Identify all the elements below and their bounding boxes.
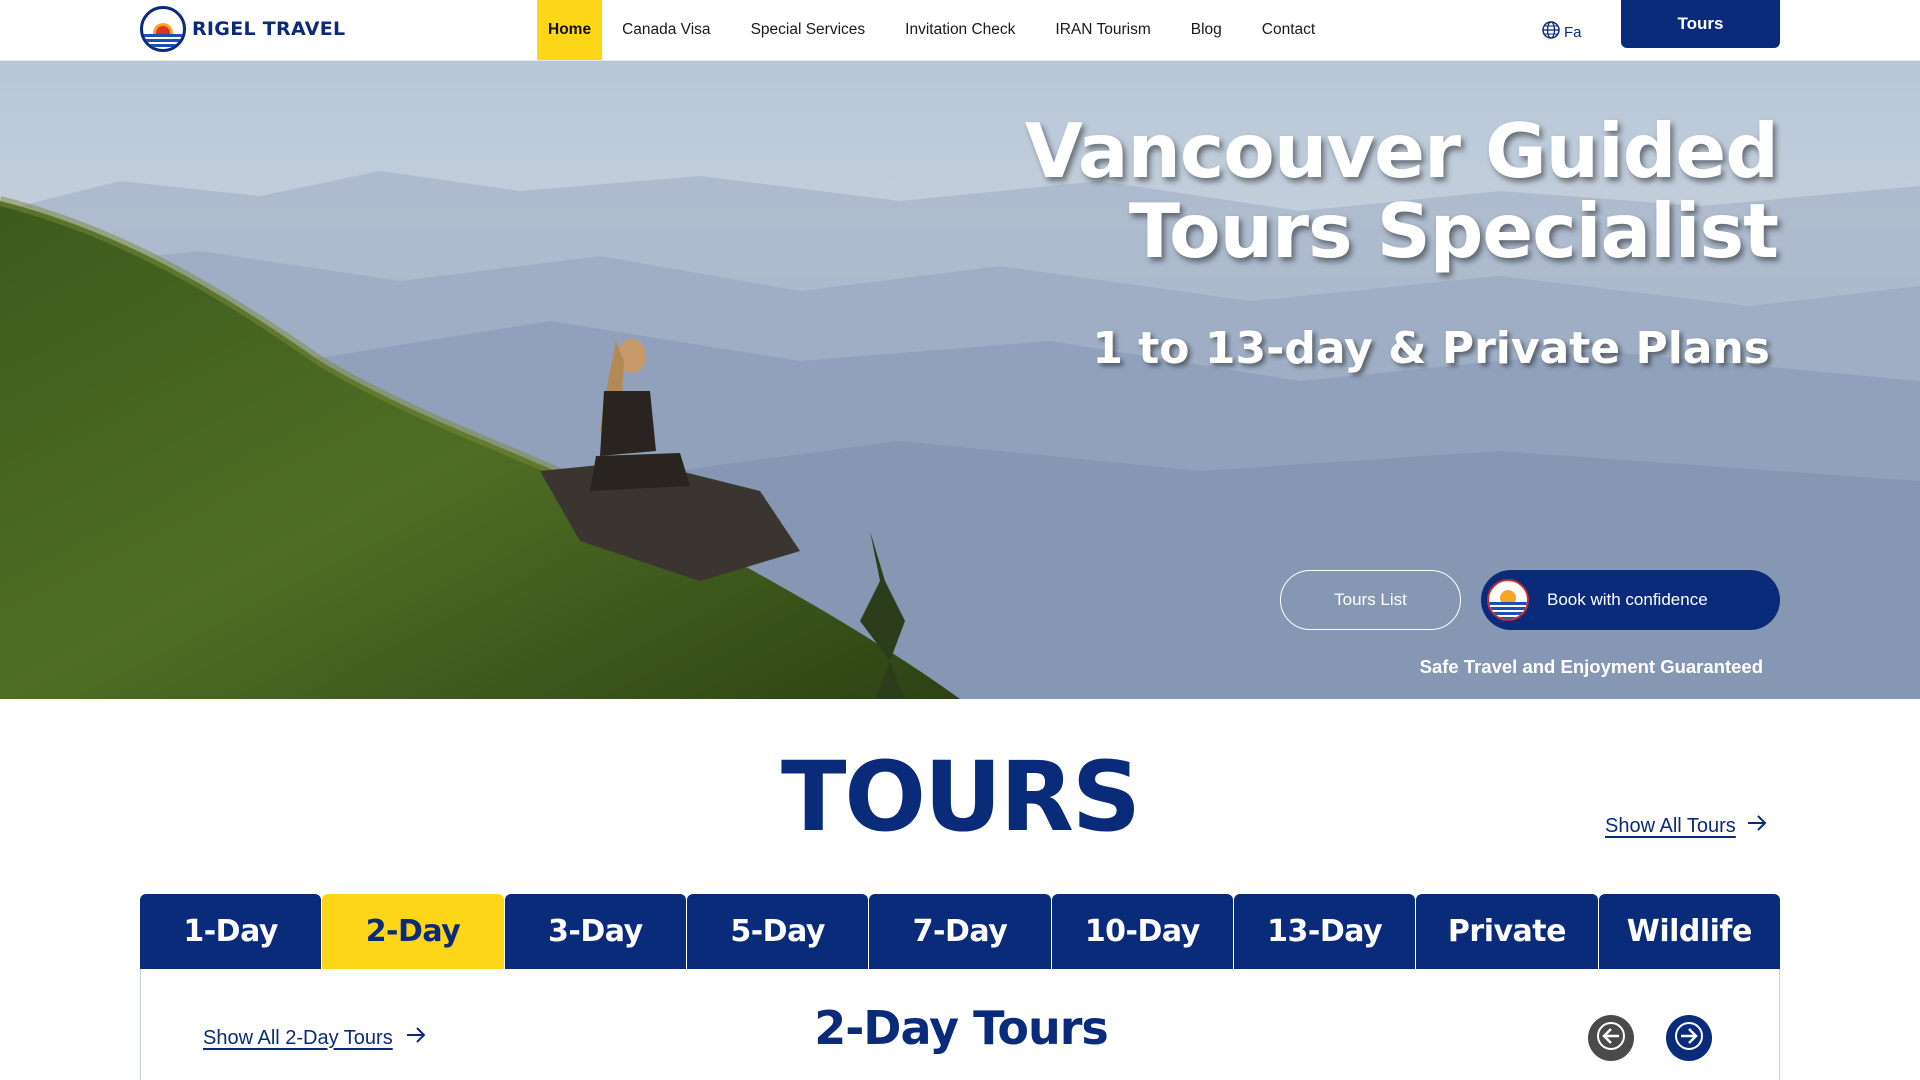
main-nav: Home Canada Visa Special Services Invita… xyxy=(537,0,1335,60)
show-all-tours-label: Show All Tours xyxy=(1605,814,1736,837)
tab-2-day[interactable]: 2-Day xyxy=(322,894,504,969)
carousel-prev-button[interactable] xyxy=(1588,1015,1634,1061)
globe-icon xyxy=(1541,20,1561,44)
hero-tagline: Safe Travel and Enjoyment Guaranteed xyxy=(1419,656,1763,677)
tab-1-day[interactable]: 1-Day xyxy=(140,894,322,969)
book-button-label: Book with confidence xyxy=(1547,590,1708,609)
language-label: Fa xyxy=(1564,23,1582,41)
nav-item-blog[interactable]: Blog xyxy=(1171,0,1242,60)
tab-13-day[interactable]: 13-Day xyxy=(1233,894,1416,969)
tab-10-day[interactable]: 10-Day xyxy=(1051,894,1233,969)
tab-5-day[interactable]: 5-Day xyxy=(686,894,869,969)
nav-item-home[interactable]: Home xyxy=(537,0,603,60)
hero-title: Vancouver Guided Tours Specialist xyxy=(1025,111,1779,271)
logo-emblem-icon xyxy=(1487,579,1529,621)
tour-duration-tabs: 1-Day 2-Day 3-Day 5-Day 7-Day 10-Day 13-… xyxy=(140,894,1780,969)
tab-private[interactable]: Private xyxy=(1416,894,1598,969)
book-with-confidence-button[interactable]: Book with confidence xyxy=(1481,570,1780,630)
hero-banner: Vancouver Guided Tours Specialist 1 to 1… xyxy=(0,61,1920,699)
panel-title: 2-Day Tours xyxy=(814,1001,1109,1055)
language-switcher[interactable]: Fa xyxy=(1541,20,1582,44)
arrow-right-circle-icon xyxy=(1674,1021,1704,1055)
nav-item-invitation-check[interactable]: Invitation Check xyxy=(885,0,1035,60)
logo-emblem-icon xyxy=(140,6,186,52)
tours-button[interactable]: Tours xyxy=(1621,0,1780,48)
brand-logo[interactable]: RIGEL TRAVEL xyxy=(140,6,345,52)
hero-title-line-1: Vancouver Guided xyxy=(1024,107,1779,195)
tab-wildlife[interactable]: Wildlife xyxy=(1598,894,1780,969)
brand-name: RIGEL TRAVEL xyxy=(192,18,346,40)
tours-list-button[interactable]: Tours List xyxy=(1280,570,1461,630)
tour-tab-panel: Show All 2-Day Tours 2-Day Tours xyxy=(140,969,1780,1080)
arrow-right-icon xyxy=(1746,814,1768,838)
carousel-next-button[interactable] xyxy=(1666,1015,1712,1061)
nav-item-contact[interactable]: Contact xyxy=(1242,0,1335,60)
tab-3-day[interactable]: 3-Day xyxy=(504,894,686,969)
nav-item-iran-tourism[interactable]: IRAN Tourism xyxy=(1035,0,1170,60)
hero-subtitle: 1 to 13-day & Private Plans xyxy=(1092,323,1770,374)
nav-item-canada-visa[interactable]: Canada Visa xyxy=(602,0,730,60)
hero-title-line-2: Tours Specialist xyxy=(1128,187,1779,275)
site-header: RIGEL TRAVEL Home Canada Visa Special Se… xyxy=(0,0,1920,61)
show-all-tours-link[interactable]: Show All Tours xyxy=(1605,814,1768,838)
nav-item-special-services[interactable]: Special Services xyxy=(731,0,886,60)
arrow-left-circle-icon xyxy=(1596,1021,1626,1055)
tab-7-day[interactable]: 7-Day xyxy=(869,894,1051,969)
